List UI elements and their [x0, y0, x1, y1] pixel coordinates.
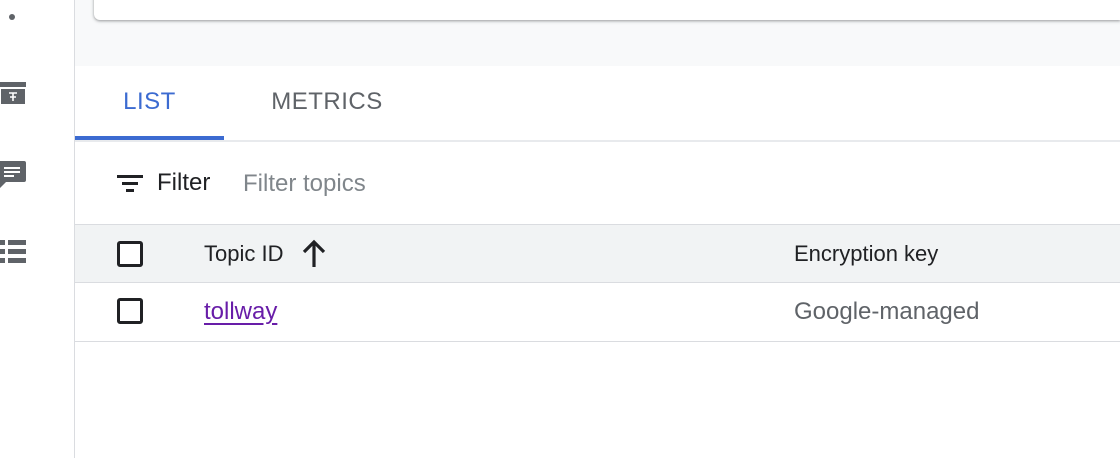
filter-topics-input[interactable]: [241, 164, 845, 204]
list-icon[interactable]: [0, 238, 28, 268]
topics-table: Topic ID Encryption key tollway Google-m…: [75, 225, 1120, 342]
topic-id-header-label: Topic ID: [204, 241, 284, 266]
tab-list[interactable]: LIST: [75, 66, 224, 140]
table-row: tollway Google-managed: [75, 283, 1120, 342]
topic-id-cell: tollway: [204, 283, 277, 341]
details-card: [94, 0, 1120, 20]
filter-icon: [117, 175, 143, 192]
chat-icon[interactable]: [0, 160, 28, 190]
column-header-encryption-key[interactable]: Encryption key: [794, 225, 938, 282]
filter-button[interactable]: Filter: [117, 166, 210, 200]
dot-icon[interactable]: [9, 14, 15, 20]
storage-icon[interactable]: [0, 80, 28, 108]
row-checkbox[interactable]: [117, 298, 143, 324]
arrow-up-icon: [303, 239, 326, 267]
topic-link[interactable]: tollway: [204, 298, 277, 325]
encryption-key-cell: Google-managed: [794, 298, 980, 325]
left-nav-rail: [0, 0, 75, 458]
select-all-checkbox[interactable]: [117, 241, 143, 267]
tab-bar: LIST METRICS: [75, 66, 1120, 142]
table-header: Topic ID Encryption key: [75, 225, 1120, 283]
filter-label: Filter: [157, 169, 211, 196]
tab-metrics[interactable]: METRICS: [255, 66, 399, 138]
filter-bar: Filter: [75, 142, 1120, 225]
column-header-topic-id[interactable]: Topic ID: [204, 225, 327, 282]
